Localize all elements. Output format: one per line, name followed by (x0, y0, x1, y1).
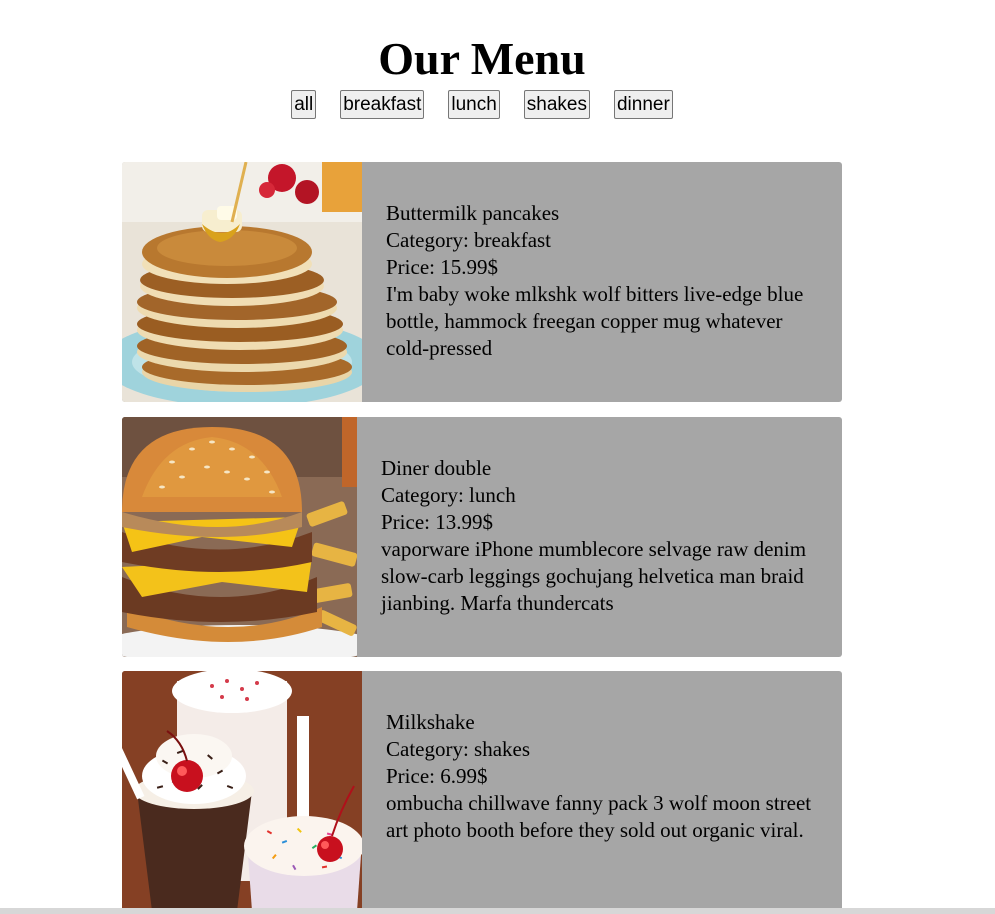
item-category: Category: lunch (381, 483, 516, 507)
burger-image (122, 417, 357, 657)
item-price: Price: 6.99$ (386, 764, 488, 788)
menu-item-card: Diner double Category: lunch Price: 13.9… (122, 417, 842, 657)
horizontal-scrollbar[interactable] (0, 908, 995, 914)
filter-shakes-button[interactable]: shakes (523, 90, 590, 119)
menu-page: Our Menu all breakfast lunch shakes dinn… (0, 0, 995, 914)
item-name: Buttermilk pancakes (386, 201, 560, 225)
filter-breakfast-button[interactable]: breakfast (340, 90, 425, 119)
menu-item-card: Buttermilk pancakes Category: breakfast … (122, 162, 842, 402)
item-category: Category: breakfast (386, 228, 552, 252)
menu-item-details: Buttermilk pancakes Category: breakfast … (386, 200, 826, 362)
item-price: Price: 13.99$ (381, 510, 493, 534)
item-price: Price: 15.99$ (386, 255, 498, 279)
item-name: Milkshake (386, 710, 475, 734)
item-description: vaporware iPhone mumblecore selvage raw … (381, 537, 807, 615)
filter-all-button[interactable]: all (291, 90, 317, 119)
filter-dinner-button[interactable]: dinner (613, 90, 673, 119)
item-category: Category: shakes (386, 737, 531, 761)
menu-item-card: Milkshake Category: shakes Price: 6.99$ … (122, 671, 842, 911)
menu-item-details: Diner double Category: lunch Price: 13.9… (381, 455, 821, 617)
page-title: Our Menu (378, 32, 586, 84)
category-filters: all breakfast lunch shakes dinner (0, 90, 964, 119)
menu-item-details: Milkshake Category: shakes Price: 6.99$ … (386, 709, 826, 844)
filter-lunch-button[interactable]: lunch (448, 90, 500, 119)
item-name: Diner double (381, 456, 492, 480)
item-description: ombucha chillwave fanny pack 3 wolf moon… (386, 791, 812, 842)
milkshake-image (122, 671, 362, 911)
pancakes-image (122, 162, 362, 402)
item-description: I'm baby woke mlkshk wolf bitters live-e… (386, 282, 804, 360)
